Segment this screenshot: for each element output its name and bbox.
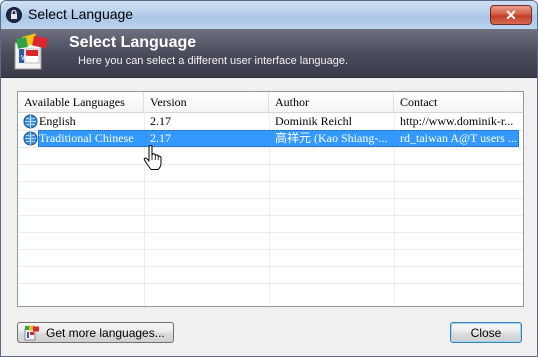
column-header-contact[interactable]: Contact: [394, 92, 523, 112]
list-header: Available Languages Version Author Conta…: [18, 92, 523, 113]
list-row-english[interactable]: English 2.17 Dominik Reichl http://www.d…: [18, 113, 521, 130]
row-divider: [18, 198, 523, 199]
get-more-languages-button[interactable]: Get more languages...: [17, 322, 174, 343]
row-divider: [18, 232, 523, 233]
column-header-languages[interactable]: Available Languages: [18, 92, 144, 112]
language-flags-icon: [24, 325, 39, 340]
close-icon: ✕: [505, 7, 517, 23]
language-contact: rd_taiwan A@T users ...: [400, 131, 517, 145]
row-divider: [18, 164, 523, 165]
banner-subtitle: Here you can select a different user int…: [78, 55, 349, 67]
column-header-author[interactable]: Author: [269, 92, 394, 112]
banner: W Select Language Here you can select a …: [1, 29, 537, 78]
row-divider: [18, 215, 523, 216]
close-button[interactable]: Close: [450, 322, 522, 343]
window-title: Select Language: [28, 6, 134, 22]
row-divider: [18, 283, 523, 284]
banner-title: Select Language: [69, 34, 197, 51]
column-header-version[interactable]: Version: [144, 92, 269, 112]
language-name: Traditional Chinese: [39, 131, 134, 145]
row-divider: [18, 147, 523, 148]
language-author: 高祥元 (Kao Shiang-...: [275, 131, 388, 145]
languages-list[interactable]: Available Languages Version Author Conta…: [17, 91, 524, 307]
get-more-languages-label: Get more languages...: [46, 325, 165, 340]
title-bar[interactable]: Select Language ✕: [1, 1, 537, 29]
language-contact: http://www.dominik-r...: [400, 114, 514, 128]
row-divider: [18, 181, 523, 182]
language-version: 2.17: [150, 114, 171, 128]
select-language-dialog: Select Language ✕ W Select Language Here…: [0, 0, 538, 357]
row-divider: [18, 249, 523, 250]
svg-text:W: W: [21, 55, 28, 62]
close-button-label: Close: [470, 325, 502, 340]
window-close-button[interactable]: ✕: [490, 5, 532, 25]
language-name: English: [39, 114, 76, 128]
language-author: Dominik Reichl: [275, 114, 352, 128]
language-flags-icon: W: [14, 33, 48, 70]
hand-pointer-icon: [143, 145, 162, 170]
lock-icon: [6, 7, 22, 23]
row-divider: [18, 266, 523, 267]
list-row-traditional-chinese[interactable]: Traditional Chinese 2.17 高祥元 (Kao Shiang…: [18, 130, 521, 147]
